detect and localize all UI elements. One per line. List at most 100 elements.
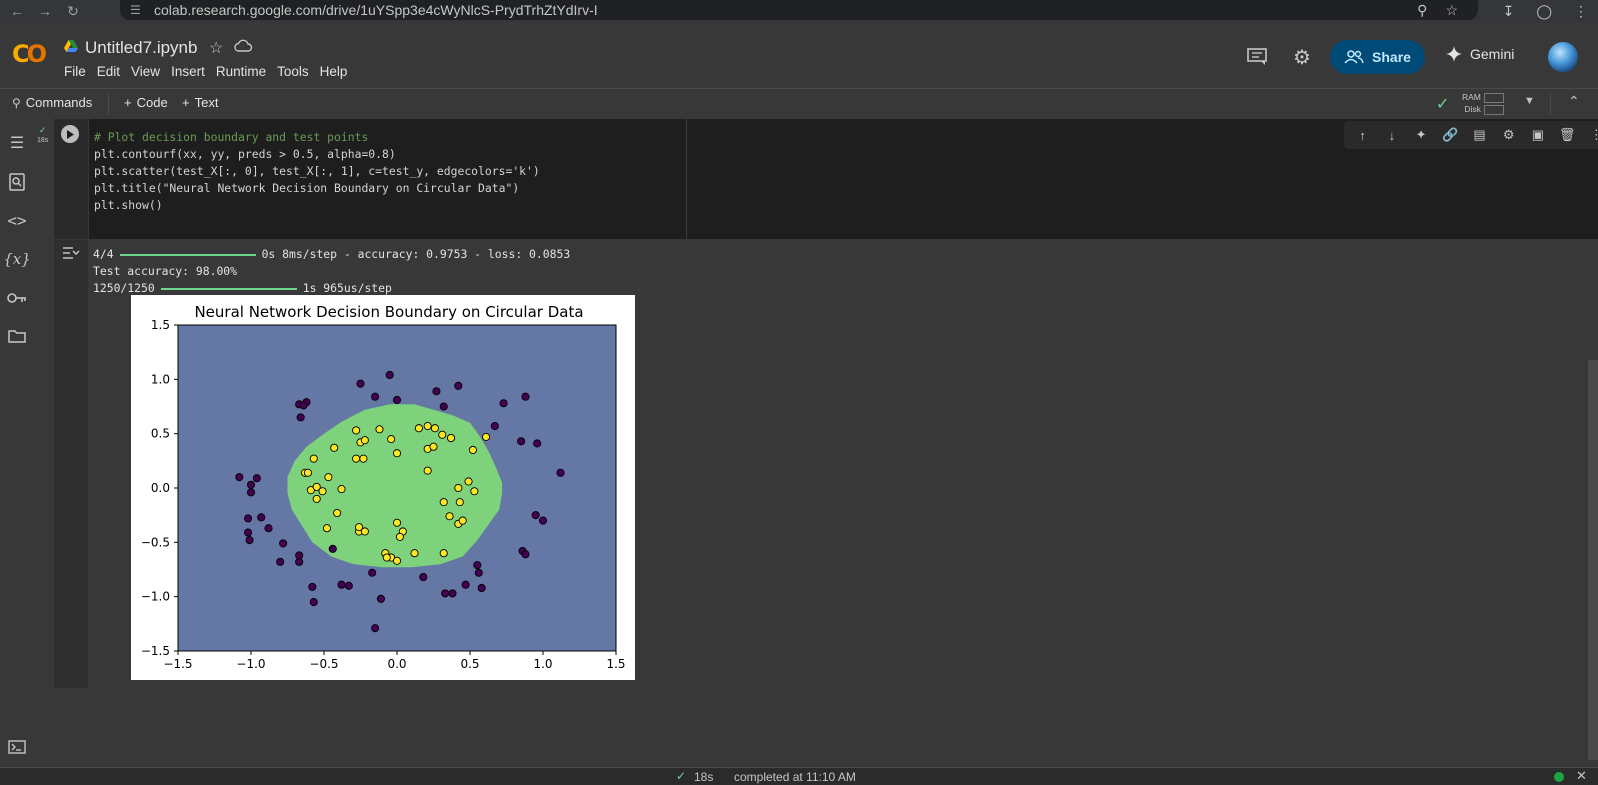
scatter-point-class0 bbox=[276, 557, 285, 566]
scatter-point-class1 bbox=[423, 466, 432, 475]
y-tick-label: −1.5 bbox=[141, 644, 170, 658]
table-of-contents-icon[interactable]: ☰ bbox=[6, 132, 28, 154]
status-time: 18s bbox=[694, 770, 714, 784]
user-avatar[interactable] bbox=[1548, 42, 1578, 72]
x-tick-label: 1.5 bbox=[606, 657, 625, 671]
scatter-point-class1 bbox=[337, 485, 346, 494]
menu-tools[interactable]: Tools bbox=[277, 64, 317, 79]
x-tick-label: −0.5 bbox=[309, 657, 338, 671]
scatter-point-class1 bbox=[429, 442, 438, 451]
code-snippets-icon[interactable]: <> bbox=[6, 209, 28, 231]
comment-icon[interactable] bbox=[1246, 46, 1268, 68]
scatter-point-class1 bbox=[303, 468, 312, 477]
menu-file[interactable]: File bbox=[64, 64, 94, 79]
run-cell-button[interactable] bbox=[61, 125, 79, 143]
scatter-point-class0 bbox=[441, 589, 450, 598]
download-icon[interactable]: ↧ bbox=[1503, 3, 1515, 20]
settings-gear-icon[interactable]: ⚙ bbox=[1291, 46, 1313, 69]
reload-icon[interactable]: ↻ bbox=[62, 0, 84, 22]
menu-runtime[interactable]: Runtime bbox=[216, 64, 274, 79]
bookmark-star-icon[interactable]: ☆ bbox=[1445, 2, 1458, 19]
browser-bar: ← → ↻ ☰ colab.research.google.com/drive/… bbox=[0, 0, 1598, 22]
x-tick-label: −1.0 bbox=[236, 657, 265, 671]
gemini-sparkle-icon[interactable]: ✦ bbox=[1412, 126, 1430, 144]
add-code-button[interactable]: + Code bbox=[124, 95, 168, 110]
comment-icon[interactable]: ▤ bbox=[1470, 126, 1488, 144]
scatter-point-class0 bbox=[477, 583, 486, 593]
scatter-point-class0 bbox=[533, 439, 542, 448]
code-editor[interactable]: # Plot decision boundary and test points… bbox=[89, 119, 687, 239]
resource-monitor[interactable]: RAM Disk bbox=[1462, 91, 1504, 115]
output-actions-icon[interactable] bbox=[62, 245, 80, 261]
plus-icon: + bbox=[124, 95, 132, 110]
colab-logo[interactable]: CO bbox=[12, 40, 47, 68]
scatter-point-class0 bbox=[295, 551, 304, 560]
menu-insert[interactable]: Insert bbox=[171, 64, 213, 79]
cloud-saved-icon[interactable] bbox=[233, 39, 253, 53]
notebook-scrollbar[interactable] bbox=[1588, 360, 1598, 760]
mirror-cell-icon[interactable]: ▣ bbox=[1529, 126, 1547, 144]
share-label: Share bbox=[1372, 49, 1411, 65]
scatter-point-class1 bbox=[395, 532, 404, 541]
url-text[interactable]: colab.research.google.com/drive/1uYSpp3e… bbox=[154, 2, 598, 18]
scatter-point-class1 bbox=[352, 426, 361, 435]
code-line[interactable]: plt.title("Neural Network Decision Bound… bbox=[89, 180, 540, 197]
scatter-point-class1 bbox=[446, 433, 456, 443]
code-line[interactable]: plt.scatter(test_X[:, 0], test_X[:, 1], … bbox=[89, 163, 540, 180]
delete-trash-icon[interactable]: 🗑 bbox=[1558, 126, 1576, 144]
close-icon[interactable]: ✕ bbox=[1576, 768, 1587, 784]
variables-icon[interactable]: {x} bbox=[3, 248, 31, 270]
scatter-point-class0 bbox=[490, 422, 499, 431]
profile-icon[interactable]: ◯ bbox=[1536, 3, 1552, 20]
status-bar: ✓ 18s completed at 11:10 AM ✕ bbox=[0, 767, 1598, 785]
forward-arrow-icon[interactable]: → bbox=[34, 0, 56, 22]
find-icon[interactable] bbox=[6, 171, 28, 193]
menu-edit[interactable]: Edit bbox=[97, 64, 128, 79]
files-folder-icon[interactable] bbox=[6, 325, 28, 347]
notebook-area: ✓ 18s # Plot decision boundary and test … bbox=[34, 119, 1598, 767]
add-text-button[interactable]: + Text bbox=[182, 95, 218, 110]
secrets-key-icon[interactable] bbox=[6, 287, 28, 309]
cell-toolbar: ↑ ↓ ✦ 🔗 ▤ ⚙ ▣ 🗑 ⋮ bbox=[1344, 121, 1598, 149]
zoom-icon[interactable]: ⚲ bbox=[1417, 2, 1427, 19]
gemini-button[interactable]: Gemini bbox=[1446, 46, 1514, 62]
address-bar[interactable]: ☰ colab.research.google.com/drive/1uYSpp… bbox=[120, 0, 1478, 20]
scatter-point-class0 bbox=[252, 474, 261, 483]
scatter-point-class1 bbox=[464, 477, 473, 486]
scatter-point-class0 bbox=[376, 594, 385, 603]
commands-button[interactable]: ⚲ Commands bbox=[12, 95, 92, 110]
terminal-icon[interactable] bbox=[8, 740, 26, 754]
scatter-point-class0 bbox=[299, 401, 308, 410]
back-arrow-icon[interactable]: ← bbox=[6, 0, 28, 22]
link-icon[interactable]: 🔗 bbox=[1441, 126, 1459, 144]
scatter-point-class1 bbox=[410, 549, 419, 558]
notebook-title[interactable]: Untitled7.ipynb bbox=[85, 38, 197, 58]
code-line[interactable]: plt.show() bbox=[89, 197, 540, 214]
scatter-point-class0 bbox=[474, 568, 483, 577]
scatter-point-class0 bbox=[328, 544, 337, 553]
scatter-point-class1 bbox=[392, 518, 402, 527]
code-cell[interactable]: # Plot decision boundary and test points… bbox=[89, 119, 1598, 239]
move-up-arrow-icon[interactable]: ↑ bbox=[1354, 126, 1372, 144]
collapse-header-icon[interactable]: ⌃ bbox=[1568, 93, 1580, 110]
menu-help[interactable]: Help bbox=[320, 64, 356, 79]
scatter-point-class0 bbox=[499, 399, 508, 408]
move-down-arrow-icon[interactable]: ↓ bbox=[1383, 126, 1401, 144]
gemini-label: Gemini bbox=[1470, 46, 1515, 62]
settings-gear-icon[interactable]: ⚙ bbox=[1500, 126, 1518, 144]
menu-view[interactable]: View bbox=[131, 64, 168, 79]
scatter-point-class1 bbox=[324, 473, 333, 482]
scatter-point-class1 bbox=[392, 556, 402, 565]
star-icon[interactable]: ☆ bbox=[209, 38, 223, 58]
site-settings-icon[interactable]: ☰ bbox=[130, 3, 148, 17]
code-line[interactable]: # Plot decision boundary and test points bbox=[89, 129, 540, 146]
play-icon bbox=[67, 129, 74, 139]
scatter-point-class1 bbox=[454, 483, 463, 493]
runtime-dropdown-icon[interactable]: ▼ bbox=[1524, 95, 1535, 107]
browser-menu-icon[interactable]: ⋮ bbox=[1574, 3, 1588, 20]
more-options-icon[interactable]: ⋮ bbox=[1587, 126, 1598, 144]
code-line[interactable]: plt.contourf(xx, yy, preds > 0.5, alpha=… bbox=[89, 146, 540, 163]
x-tick-label: −1.5 bbox=[163, 657, 192, 671]
share-button[interactable]: Share bbox=[1330, 40, 1425, 74]
left-sidebar: ☰ <> {x} bbox=[0, 119, 34, 767]
